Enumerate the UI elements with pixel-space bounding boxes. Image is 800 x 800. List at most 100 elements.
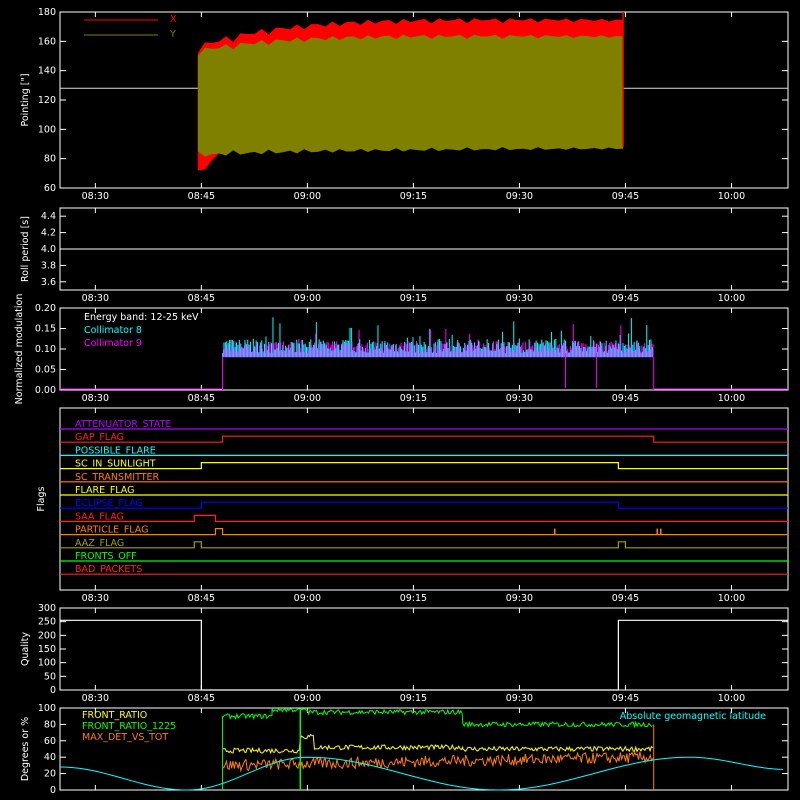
- y-tick-label: 3.8: [41, 260, 56, 271]
- y-tick-label: 0: [50, 685, 56, 696]
- y-tick-label: 0.10: [35, 344, 56, 355]
- x-tick-label: 09:45: [612, 693, 639, 704]
- flag-label: ATTENUATOR_STATE: [75, 419, 171, 430]
- x-tick-label: 09:00: [294, 293, 321, 304]
- flag-line-particle_flag: [60, 528, 788, 536]
- y-tick-label: 60: [44, 736, 56, 747]
- y-tick-label: 40: [44, 752, 56, 763]
- x-tick-label: 09:15: [400, 191, 427, 202]
- panel-frame-3: [59, 407, 789, 591]
- y-tick-label: 120: [38, 95, 56, 106]
- flag-label: SC_IN_SUNLIGHT: [75, 459, 156, 470]
- legend-front-ratio: FRONT_RATIO: [82, 710, 147, 721]
- y-tick-label: 0.20: [35, 303, 56, 314]
- y-axis-label: Roll period [s]: [20, 216, 31, 282]
- y-tick-label: 100: [38, 658, 56, 669]
- energy-band-annotation: Energy band: 12-25 keV: [84, 312, 199, 323]
- legend-front-ratio-1225: FRONT_RATIO_1225: [82, 721, 176, 732]
- legend-max-det-vs-tot: MAX_DET_VS_TOT: [82, 732, 168, 743]
- x-tick-label: 09:30: [506, 191, 533, 202]
- y-tick-label: 80: [44, 154, 56, 165]
- flag-label: PARTICLE_FLAG: [75, 525, 148, 536]
- flag-label: BAD_PACKETS: [75, 564, 142, 575]
- y-axis-label: Quality: [20, 632, 31, 666]
- y-tick-label: 160: [38, 36, 56, 47]
- y-tick-label: 140: [38, 66, 56, 77]
- flag-line-saa_flag: [60, 514, 788, 522]
- x-tick-label: 10:00: [718, 593, 745, 604]
- flag-label: SAA_FLAG: [75, 511, 124, 522]
- series-front-ratio-1225: [222, 707, 653, 729]
- y-tick-label: 250: [38, 617, 56, 628]
- x-tick-label: 09:15: [400, 593, 427, 604]
- y-tick-label: 0.15: [35, 324, 56, 335]
- y-tick-label: 300: [38, 603, 56, 614]
- flag-line-aaz_flag: [60, 541, 788, 549]
- y-axis-label: Normalized modulation: [14, 294, 25, 405]
- y-tick-label: 20: [44, 769, 56, 780]
- y-tick-label: 4.4: [41, 211, 56, 222]
- flag-label: GAP_FLAG: [75, 432, 124, 443]
- quality-line: [60, 619, 788, 691]
- plot-canvas: 08:30 08:45 09:00 09:15 09:30 09:45 10:00 08:30…: [14, 7, 789, 796]
- series-max-det-vs-tot: [222, 751, 654, 773]
- x-tick-label: 09:30: [506, 593, 533, 604]
- flag-line-gap_flag: [60, 435, 788, 443]
- x-tick-label: 09:15: [400, 693, 427, 704]
- y-tick-label: 0: [50, 785, 56, 796]
- x-tick-label: 08:45: [188, 191, 215, 202]
- y-tick-label: 4.0: [41, 244, 56, 255]
- series-y-band: [197, 34, 624, 157]
- x-tick-label: 10:00: [718, 191, 745, 202]
- y-tick-label: 200: [38, 630, 56, 641]
- x-tick-label: 09:30: [506, 693, 533, 704]
- x-tick-label: 09:30: [506, 393, 533, 404]
- x-tick-label: 08:30: [82, 693, 109, 704]
- flag-label: SC_TRANSMITTER: [75, 472, 160, 483]
- y-tick-label: 0.00: [35, 385, 56, 396]
- x-tick-label: 09:45: [612, 593, 639, 604]
- x-tick-label: 08:45: [188, 393, 215, 404]
- y-tick-label: 50: [44, 671, 56, 682]
- modulation-bars: [222, 317, 654, 388]
- y-tick-label: 100: [38, 124, 56, 135]
- x-tick-label: 09:30: [506, 293, 533, 304]
- flag-line-sc_in_sunlight: [60, 462, 788, 470]
- y-axis-label: Pointing ["]: [20, 73, 31, 126]
- legend-collimator-8: Collimator 8: [84, 325, 142, 336]
- x-tick-label: 10:00: [718, 693, 745, 704]
- y-tick-label: 180: [38, 7, 56, 18]
- x-tick-label: 09:45: [612, 293, 639, 304]
- y-axis-label: Degrees or %: [20, 717, 31, 781]
- x-tick-label: 10:00: [718, 393, 745, 404]
- geomagnetic-latitude-label: Absolute geomagnetic latitude: [620, 711, 766, 722]
- y-tick-label: 0.05: [35, 365, 56, 376]
- legend-y-label: Y: [169, 29, 176, 40]
- legend-x-label: X: [170, 14, 177, 25]
- x-tick-label: 08:30: [82, 593, 109, 604]
- flag-label: ECLIPSE_FLAG: [75, 498, 143, 509]
- x-tick-label: 09:00: [294, 593, 321, 604]
- y-tick-label: 150: [38, 644, 56, 655]
- x-tick-label: 08:45: [188, 693, 215, 704]
- rhessi-quicklook-plot: 08:30 08:45 09:00 09:15 09:30 09:45 10:00 08:30…: [0, 0, 800, 800]
- series-front-ratio: [222, 733, 654, 755]
- x-tick-label: 08:30: [82, 191, 109, 202]
- y-tick-label: 100: [38, 703, 56, 714]
- flag-label: FLARE_FLAG: [75, 485, 135, 496]
- y-axis-label: Flags: [36, 486, 47, 511]
- x-tick-label: 09:45: [612, 191, 639, 202]
- y-tick-label: 80: [44, 719, 56, 730]
- x-tick-label: 08:45: [188, 593, 215, 604]
- y-tick-label: 3.6: [41, 277, 56, 288]
- x-tick-label: 09:15: [400, 293, 427, 304]
- y-tick-label: 60: [44, 183, 56, 194]
- flag-label: AAZ_FLAG: [75, 538, 124, 549]
- y-tick-label: 4.2: [41, 228, 56, 239]
- x-tick-label: 10:00: [718, 293, 745, 304]
- x-tick-label: 09:45: [612, 393, 639, 404]
- legend-collimator-9: Collimator 9: [84, 338, 142, 349]
- x-tick-label: 09:00: [294, 191, 321, 202]
- x-tick-label: 09:00: [294, 393, 321, 404]
- flag-label: POSSIBLE_FLARE: [75, 445, 156, 456]
